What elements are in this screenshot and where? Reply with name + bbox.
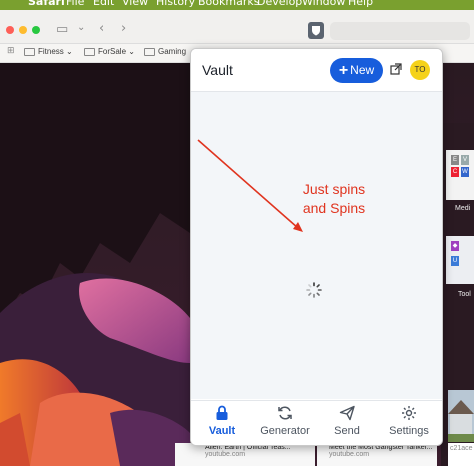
video-card[interactable]: Meet the Most Gangster Tanker... youtube… — [317, 443, 437, 466]
folder-icon — [84, 47, 95, 56]
favorite-forsale[interactable]: ForSale ⌄ — [84, 47, 135, 56]
new-button-label: New — [350, 63, 375, 77]
menu-history[interactable]: History — [156, 0, 195, 8]
favorite-fitness[interactable]: Fitness ⌄ — [24, 47, 73, 56]
menu-bar: Safari File Edit View History Bookmarks … — [0, 0, 474, 10]
house-thumbnail[interactable] — [448, 390, 474, 442]
bitwarden-popup: Vault + New TO Vault Generator Send Sett… — [190, 48, 443, 446]
favorite-tile-tools[interactable]: ◆ U — [446, 236, 474, 284]
tile-square: U — [451, 256, 459, 266]
menu-safari[interactable]: Safari — [28, 0, 65, 8]
grid-icon[interactable]: ⊞ — [7, 46, 15, 56]
new-item-button[interactable]: + New — [330, 58, 383, 83]
back-icon[interactable]: ‹ — [99, 21, 104, 36]
tab-settings[interactable]: Settings — [378, 405, 440, 437]
menu-window[interactable]: Window — [302, 0, 345, 8]
zoom-window-button[interactable] — [32, 26, 40, 34]
tile-square: C — [451, 167, 459, 177]
popup-header: Vault + New TO — [191, 49, 442, 92]
menu-help[interactable]: Help — [348, 0, 373, 8]
sidebar-toggle-icon[interactable]: ▭ — [56, 22, 68, 37]
video-source: c21ace — [450, 445, 473, 452]
pop-out-icon[interactable] — [390, 63, 402, 75]
tab-label: Send — [334, 425, 360, 437]
house-image — [448, 400, 474, 442]
video-card[interactable]: c21ace — [448, 443, 474, 466]
tab-label: Generator — [260, 425, 310, 437]
tab-label: Vault — [208, 425, 236, 437]
tab-generator[interactable]: Generator — [254, 405, 316, 437]
external-window-icon — [390, 63, 402, 75]
favorite-gaming[interactable]: Gaming — [144, 47, 186, 56]
page-title: Vault — [202, 62, 233, 78]
menu-develop[interactable]: Develop — [257, 0, 302, 8]
tab-send[interactable]: Send — [316, 405, 378, 437]
menu-edit[interactable]: Edit — [93, 0, 114, 8]
close-window-button[interactable] — [6, 26, 14, 34]
tile-square: ◆ — [451, 241, 459, 251]
menu-bookmarks[interactable]: Bookmarks — [198, 0, 259, 8]
tile-label-media: Medi — [455, 205, 471, 212]
tile-label-tools: Tool — [458, 291, 471, 298]
menu-file[interactable]: File — [66, 0, 84, 8]
address-bar[interactable] — [330, 22, 470, 40]
plus-icon: + — [338, 62, 349, 79]
lock-icon — [191, 405, 253, 425]
tab-vault[interactable]: Vault — [191, 405, 253, 437]
annotation-text: Just spins and Spins — [302, 181, 366, 216]
loading-spinner-icon — [306, 282, 322, 298]
bottom-nav: Vault Generator Send Settings — [191, 400, 442, 445]
chevron-down-icon[interactable]: ⌄ — [77, 22, 85, 33]
tile-square: E — [451, 155, 459, 165]
video-source: youtube.com — [329, 451, 370, 458]
vault-content — [191, 92, 442, 399]
minimize-window-button[interactable] — [19, 26, 27, 34]
folder-icon — [144, 47, 155, 56]
gear-icon — [378, 405, 440, 425]
generate-icon — [254, 405, 316, 425]
tile-square: W — [461, 167, 469, 177]
video-source: youtube.com — [205, 451, 246, 458]
folder-icon — [24, 47, 35, 56]
tile-square: V — [461, 155, 469, 165]
avatar[interactable]: TO — [410, 60, 430, 80]
video-card[interactable]: Alien: Earth | Official Teas... youtube.… — [175, 443, 315, 466]
send-icon — [316, 405, 378, 425]
menu-view[interactable]: View — [122, 0, 148, 8]
tab-label: Settings — [389, 425, 429, 437]
favorite-tile-media[interactable]: E V C W — [446, 150, 474, 200]
shield-icon — [312, 26, 320, 36]
forward-icon[interactable]: › — [121, 21, 126, 36]
bitwarden-extension-button[interactable] — [308, 22, 324, 39]
